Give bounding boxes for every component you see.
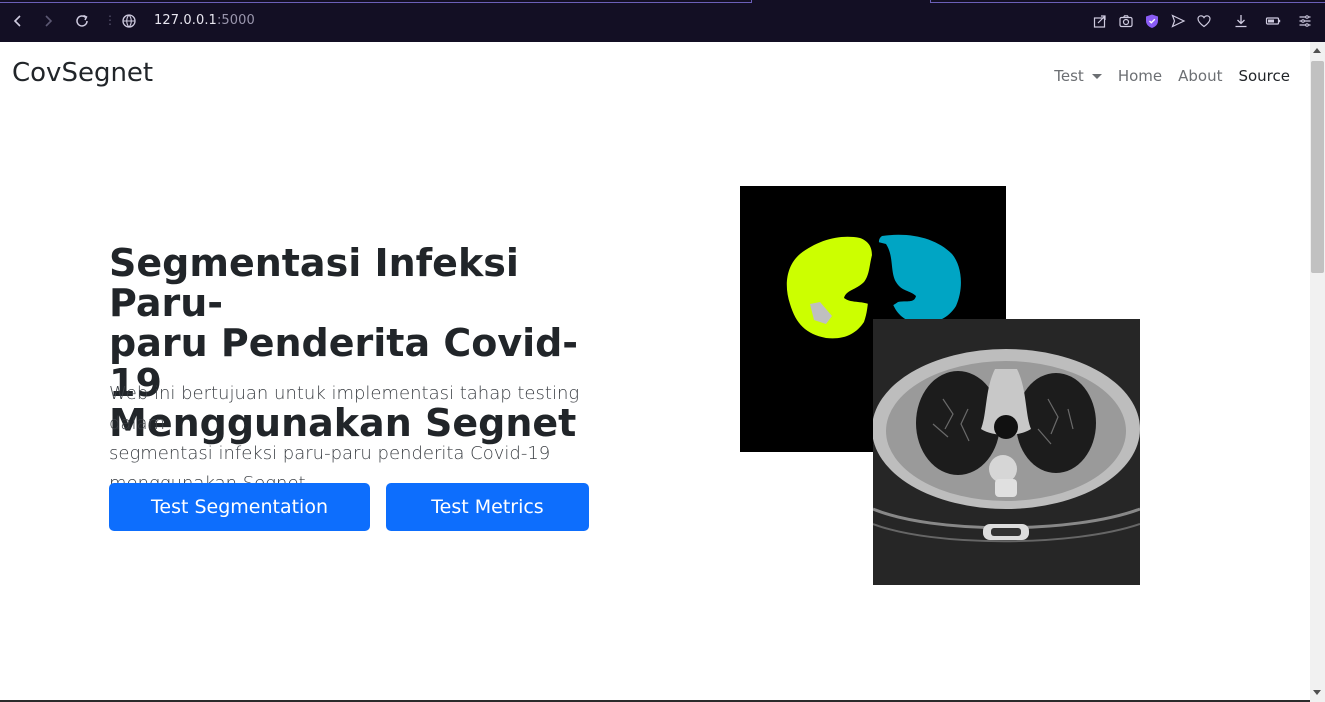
hero-description: Web ini bertujuan untuk implementasi tah…: [109, 379, 629, 499]
caret-down-icon: [1091, 74, 1102, 79]
scrollbar-thumb[interactable]: [1311, 61, 1324, 273]
hero-title-line: Segmentasi Infeksi Paru-: [109, 241, 519, 325]
nav-item-test[interactable]: Test: [1054, 67, 1102, 85]
scroll-down-arrow-icon[interactable]: [1313, 690, 1321, 695]
forward-icon[interactable]: [38, 11, 58, 31]
battery-icon[interactable]: [1263, 11, 1283, 31]
address-bar[interactable]: 127.0.0.1:5000: [154, 13, 255, 28]
nav-item-source[interactable]: Source: [1238, 67, 1290, 85]
url-host: 127.0.0.1: [154, 13, 217, 28]
reload-icon[interactable]: [72, 11, 92, 31]
shield-icon[interactable]: [1142, 11, 1162, 31]
hero-description-line: segmentasi infeksi paru-paru penderita C…: [109, 443, 551, 464]
nav-item-about[interactable]: About: [1178, 67, 1222, 85]
navbar-menu: Test Home About Source: [1054, 67, 1290, 85]
nav-item-test-label: Test: [1054, 67, 1084, 85]
share-icon[interactable]: [1090, 11, 1110, 31]
test-metrics-button[interactable]: Test Metrics: [386, 483, 589, 531]
site-info-icon[interactable]: [119, 11, 139, 31]
back-icon[interactable]: [8, 11, 28, 31]
browser-toolbar: ⋮ 127.0.0.1:5000: [0, 0, 1325, 42]
menu-icon[interactable]: [1295, 11, 1315, 31]
navbar-brand[interactable]: CovSegnet: [12, 58, 153, 88]
send-icon[interactable]: [1168, 11, 1188, 31]
tab-strip-left: [0, 0, 752, 3]
camera-icon[interactable]: [1116, 11, 1136, 31]
tab-strip-right: [930, 0, 1325, 3]
download-icon[interactable]: [1231, 11, 1251, 31]
url-port: :5000: [216, 13, 255, 28]
toolbar-separator: ⋮: [104, 13, 116, 27]
hero-description-line: Web ini bertujuan untuk implementasi tah…: [109, 383, 580, 434]
test-segmentation-button[interactable]: Test Segmentation: [109, 483, 370, 531]
heart-icon[interactable]: [1194, 11, 1214, 31]
ct-scan-image: [872, 319, 1141, 585]
scroll-up-arrow-icon[interactable]: [1313, 48, 1321, 53]
nav-item-home[interactable]: Home: [1118, 67, 1162, 85]
